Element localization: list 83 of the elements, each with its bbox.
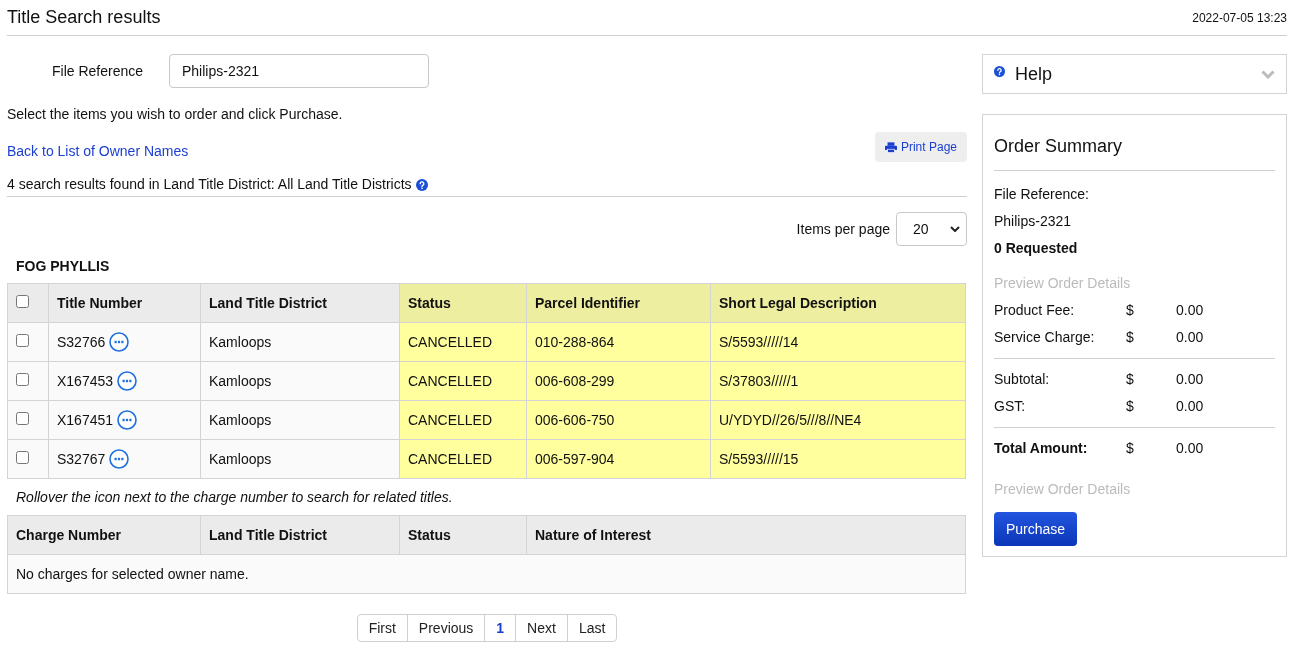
column-header: Title Number [48, 283, 201, 323]
empty-message: No charges for selected owner name. [7, 554, 966, 594]
fee-amount: 0.00 [1176, 397, 1204, 416]
fee-label: GST: [994, 397, 1027, 416]
column-header: Status [399, 283, 527, 323]
table-cell: CANCELLED [399, 439, 527, 479]
chevron-icon [1261, 69, 1275, 79]
table-cell: S/5593/////14 [710, 322, 966, 362]
currency-symbol: $ [1126, 397, 1135, 416]
fee-label: Total Amount: [994, 439, 1089, 458]
fee-label: Subtotal: [994, 370, 1051, 389]
row-checkbox[interactable] [16, 294, 29, 308]
table-cell: S/37803/////1 [710, 361, 966, 401]
results-summary: 4 search results found in Land Title District: All Land Title Districts [7, 175, 412, 194]
row-checkbox[interactable] [16, 372, 29, 386]
table-cell: CANCELLED [399, 361, 527, 401]
instruction-text: Select the items you wish to order and click Purchase. [7, 105, 344, 124]
chevron-down-icon [950, 226, 960, 232]
more-options-icon[interactable] [109, 332, 130, 352]
back-link[interactable]: Back to List of Owner Names [7, 141, 189, 162]
currency-symbol: $ [1126, 370, 1135, 389]
table-cell: 006-597-904 [526, 439, 711, 479]
column-header: Land Title District [200, 515, 400, 555]
help-title: Help [1015, 62, 1053, 86]
currency-symbol: $ [1126, 301, 1135, 320]
order-summary-title: Order Summary [994, 133, 1275, 171]
title-number: S32767 [57, 449, 106, 469]
fee-amount: 0.00 [1176, 370, 1204, 389]
row-checkbox[interactable] [16, 333, 29, 347]
help-icon[interactable] [415, 178, 428, 191]
help-icon[interactable] [994, 65, 1005, 77]
items-per-page-label: Items per page [796, 219, 890, 239]
column-header: Parcel Identifier [526, 283, 711, 323]
table-cell: 010-288-864 [526, 322, 711, 362]
timestamp: 2022-07-05 13:23 [1192, 9, 1287, 27]
fee-amount: 0.00 [1176, 328, 1204, 347]
summary-file-reference: Philips-2321 [994, 212, 1073, 231]
more-options-icon[interactable] [117, 371, 138, 391]
column-header: Land Title District [200, 283, 400, 323]
table-cell: CANCELLED [399, 322, 527, 362]
fee-amount: 0.00 [1176, 301, 1204, 320]
printer-icon [884, 141, 897, 153]
column-header: Short Legal Description [710, 283, 966, 323]
column-header: Status [399, 515, 527, 555]
rollover-note: Rollover the icon next to the charge number to search for related titles. [15, 487, 454, 507]
fee-label: Product Fee: [994, 301, 1076, 320]
more-options-icon[interactable] [117, 410, 138, 430]
pagination-button[interactable]: First [357, 615, 407, 641]
pagination-button[interactable]: Next [515, 615, 567, 641]
currency-symbol: $ [1126, 439, 1135, 458]
row-checkbox[interactable] [16, 450, 29, 464]
items-per-page-select[interactable]: 20 [896, 212, 967, 246]
page-title: Title Search results [7, 6, 161, 29]
column-header: Charge Number [7, 515, 201, 555]
purchase-button[interactable]: Purchase [994, 512, 1078, 546]
pagination-button[interactable]: Previous [406, 615, 485, 641]
pagination-button[interactable]: 1 [484, 615, 516, 641]
table-cell: S/5593/////15 [710, 439, 966, 479]
column-header: Nature of Interest [526, 515, 966, 555]
fee-amount: 0.00 [1176, 439, 1204, 458]
more-options-icon[interactable] [109, 449, 130, 469]
title-number: X167453 [57, 371, 114, 391]
print-page-button[interactable]: Print Page [874, 132, 967, 162]
currency-symbol: $ [1126, 328, 1135, 347]
table-cell: 006-606-750 [526, 400, 711, 440]
table-cell: Kamloops [200, 361, 400, 401]
table-cell: 006-608-299 [526, 361, 711, 401]
summary-label: File Reference: [994, 185, 1090, 204]
owner-name: FOG PHYLLIS [15, 257, 111, 276]
fee-label: Service Charge: [994, 328, 1096, 347]
table-cell: U/YDYD//26/5///8//NE4 [710, 400, 966, 440]
table-cell: CANCELLED [399, 400, 527, 440]
requested-count: 0 Requested [994, 239, 1079, 258]
field-label: File Reference [51, 61, 145, 81]
help-panel[interactable]: Help [982, 54, 1287, 94]
title-number: X167451 [57, 410, 114, 430]
pagination-button[interactable]: Last [566, 615, 617, 641]
title-number: S32766 [57, 332, 106, 352]
row-checkbox[interactable] [16, 411, 29, 425]
table-cell: Kamloops [200, 322, 400, 362]
file-reference-field[interactable]: Philips-2321 [169, 54, 429, 88]
table-cell: Kamloops [200, 400, 400, 440]
table-cell: Kamloops [200, 439, 400, 479]
